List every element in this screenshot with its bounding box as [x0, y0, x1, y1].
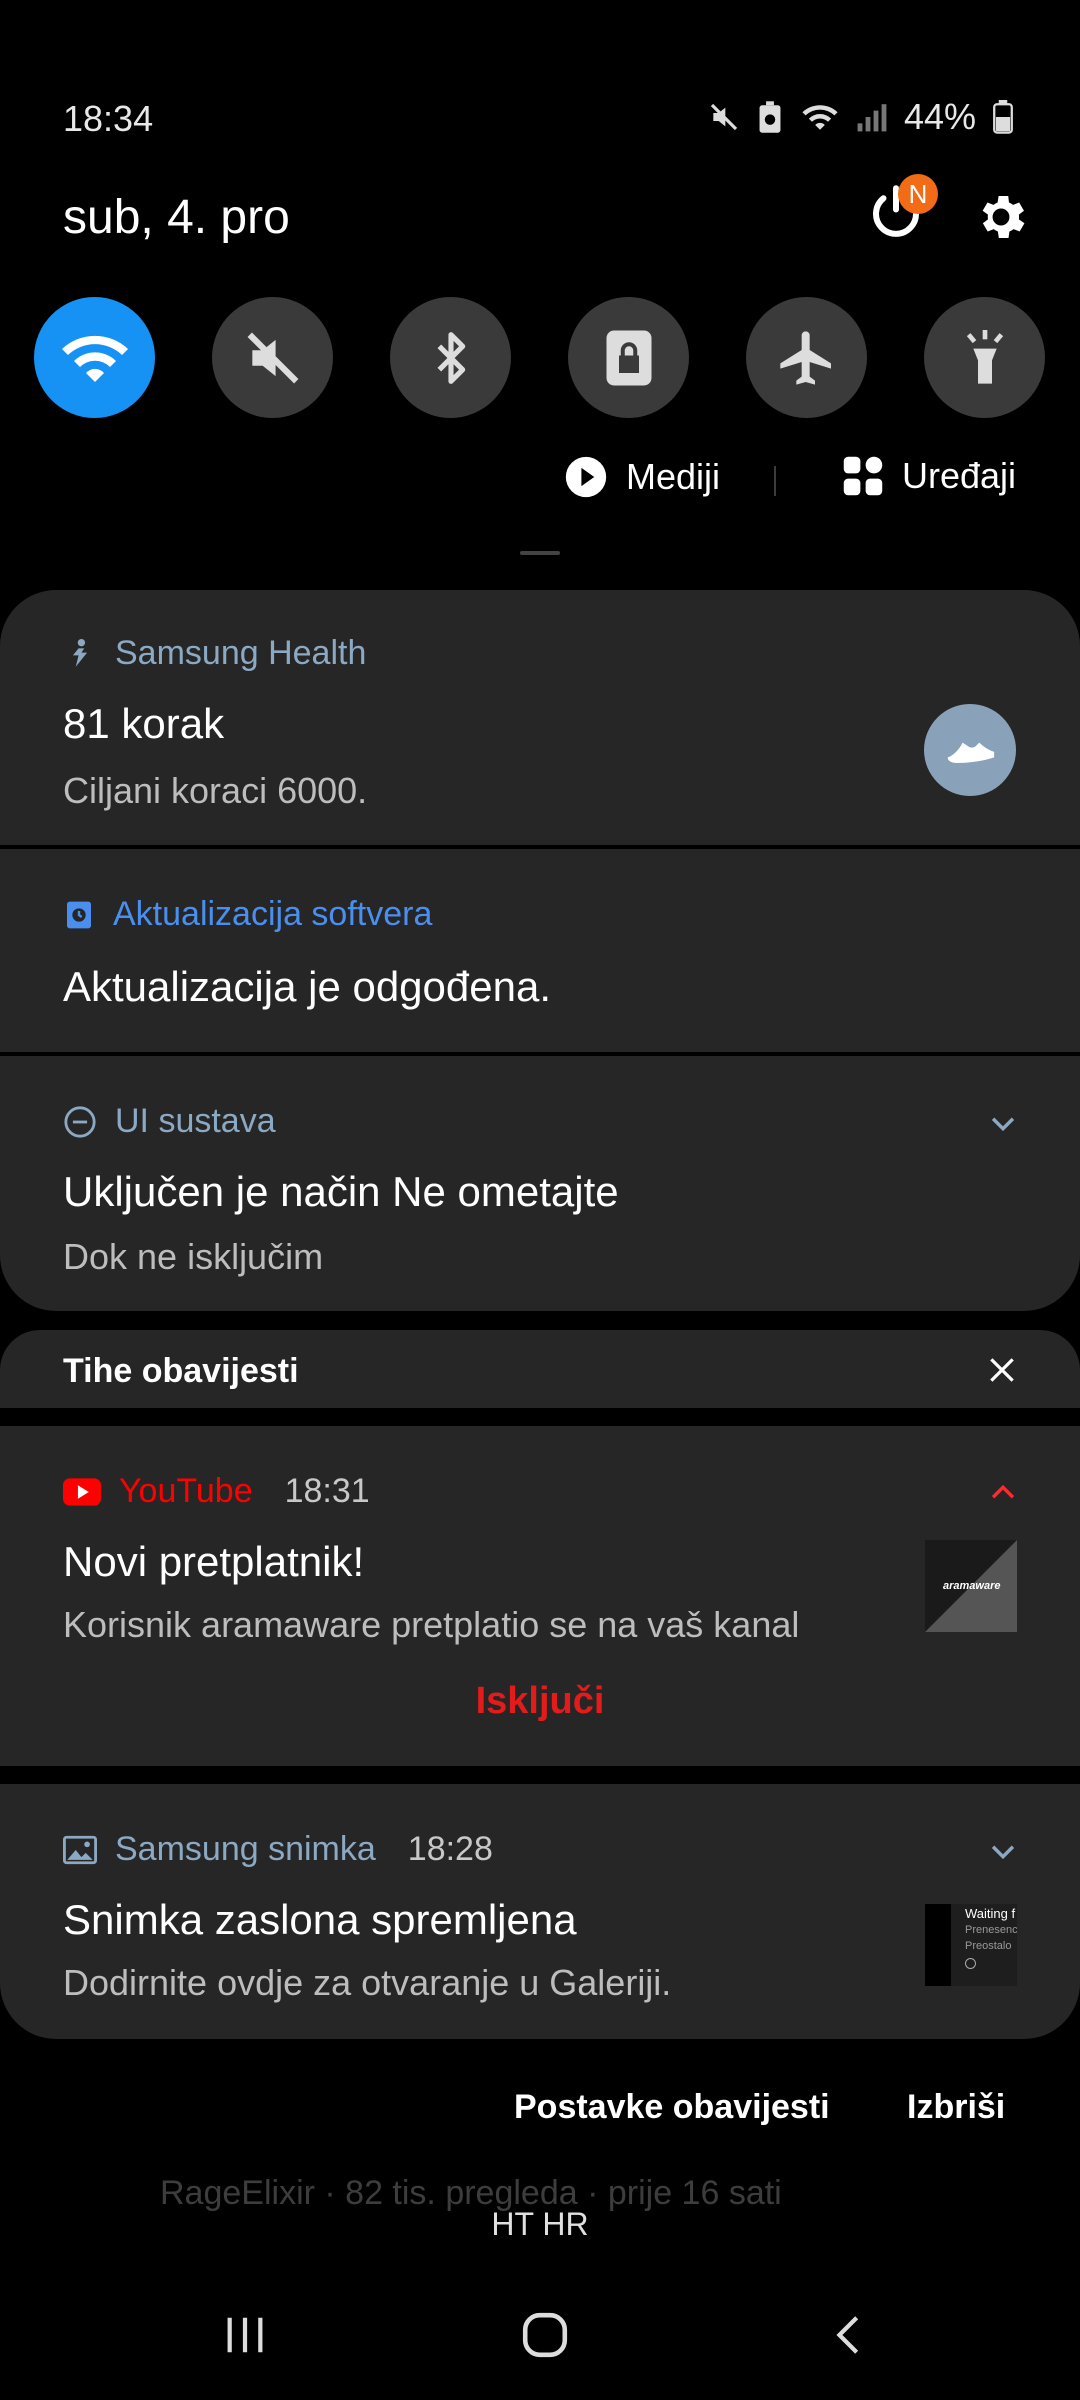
wifi-icon — [802, 105, 838, 130]
battery-icon — [993, 100, 1013, 134]
notification-text: Korisnik aramaware pretplatio se na vaš … — [63, 1604, 800, 1645]
notification-samsung-health[interactable]: Samsung Health 81 korak Ciljani koraci 6… — [0, 590, 1080, 845]
quick-toggle-flashlight[interactable] — [924, 297, 1045, 418]
media-label: Mediji — [626, 456, 721, 497]
battery-percent: 44% — [903, 96, 976, 137]
notification-time: 18:28 — [407, 1830, 493, 1868]
silent-notifications-header: Tihe obavijesti — [0, 1330, 1080, 1408]
shoe-icon — [947, 742, 995, 763]
status-icons: 44% — [708, 96, 1014, 138]
home-icon — [522, 2312, 568, 2358]
section-title: Tihe obavijesti — [63, 1352, 299, 1390]
quick-toggle-bluetooth[interactable] — [390, 297, 511, 418]
thumbnail: aramaware — [925, 1540, 1017, 1632]
quick-toggle-airplane[interactable] — [746, 297, 867, 418]
devices-button[interactable]: Uređaji — [842, 455, 1016, 497]
quick-toggle-screen-lock[interactable] — [568, 297, 689, 418]
notification-text: Dok ne isključim — [63, 1236, 324, 1277]
notification-title: Uključen je način Ne ometajte — [63, 1168, 619, 1215]
thumbnail-text-1: Waiting f — [965, 1906, 1016, 1921]
media-button[interactable]: Mediji — [564, 455, 720, 499]
back-button[interactable] — [814, 2300, 884, 2370]
settings-button[interactable] — [972, 188, 1030, 246]
app-name: YouTube — [119, 1472, 253, 1510]
unsubscribe-action-button[interactable]: Isključi — [0, 1680, 1080, 1723]
samsung-health-icon — [72, 638, 88, 667]
recent-apps-button[interactable] — [210, 2300, 280, 2370]
gear-icon — [982, 195, 1025, 239]
app-name: UI sustava — [115, 1102, 276, 1140]
notification-header: YouTube 18:31 — [63, 1472, 370, 1511]
youtube-icon — [63, 1477, 101, 1506]
notification-text: Ciljani koraci 6000. — [63, 770, 368, 811]
clear-all-button[interactable]: Izbriši — [907, 2088, 1005, 2127]
notification-text: Dodirnite ovdje za otvaranje u Galeriji. — [63, 1962, 672, 2003]
quick-toggle-sound[interactable] — [212, 297, 333, 418]
notification-software-update[interactable]: Aktualizacija softvera Aktualizacija je … — [0, 849, 1080, 1052]
notification-settings-button[interactable]: Postavke obavijesti — [514, 2088, 830, 2127]
thumbnail-strip — [925, 1904, 951, 1986]
notification-time: 18:31 — [284, 1472, 370, 1510]
notification-title: Novi pretplatnik! — [63, 1538, 365, 1585]
airplane-icon — [779, 330, 831, 385]
software-update-icon — [67, 901, 91, 928]
chevron-down-icon[interactable] — [986, 1106, 1020, 1140]
notification-title: 81 korak — [63, 700, 225, 747]
mute-icon — [247, 332, 298, 383]
quick-toggle-wifi[interactable] — [34, 297, 155, 418]
notification-header: Samsung snimka 18:28 — [63, 1830, 493, 1869]
dnd-icon — [64, 1105, 96, 1138]
battery-saver-icon — [759, 101, 781, 133]
notification-youtube[interactable]: YouTube 18:31 Novi pretplatnik! Korisnik… — [0, 1426, 1080, 1766]
thumbnail-text: aramaware — [943, 1580, 1001, 1592]
status-time: 18:34 — [63, 98, 154, 139]
thumbnail-text-3: Preostalo — [965, 1940, 1012, 1952]
panel-handle[interactable] — [520, 551, 560, 555]
play-icon — [565, 456, 607, 498]
back-icon — [836, 2316, 859, 2354]
close-icon[interactable] — [986, 1354, 1018, 1386]
notification-samsung-capture[interactable]: Samsung snimka 18:28 Snimka zaslona spre… — [0, 1784, 1080, 2039]
divider — [774, 466, 776, 496]
chevron-up-icon[interactable] — [986, 1476, 1020, 1510]
notification-badge: N — [898, 174, 938, 214]
devices-label: Uređaji — [902, 455, 1017, 496]
bluetooth-icon — [437, 331, 465, 384]
health-badge — [924, 704, 1016, 796]
app-name: Samsung Health — [115, 634, 367, 672]
notification-header: UI sustava — [63, 1102, 276, 1141]
carrier-label: HT HR — [491, 2206, 589, 2242]
chevron-down-icon[interactable] — [986, 1834, 1020, 1868]
flashlight-icon — [966, 329, 1003, 384]
signal-icon — [857, 104, 887, 132]
thumbnail-text-2: Prenesenc — [965, 1924, 1017, 1936]
globe-icon — [965, 1958, 976, 1969]
notification-do-not-disturb[interactable]: UI sustava Uključen je način Ne ometajte… — [0, 1056, 1080, 1311]
devices-grid-icon — [843, 456, 883, 496]
app-name: Aktualizacija softvera — [113, 895, 433, 933]
notification-title: Snimka zaslona spremljena — [63, 1896, 577, 1943]
notification-header: Samsung Health — [63, 634, 366, 673]
wifi-icon — [61, 335, 128, 382]
image-icon — [63, 1835, 97, 1864]
app-name: Samsung snimka — [115, 1830, 376, 1868]
notification-title: Aktualizacija je odgođena. — [63, 963, 552, 1010]
home-button[interactable] — [510, 2300, 580, 2370]
lock-icon — [606, 330, 651, 385]
notification-header: Aktualizacija softvera — [63, 895, 432, 934]
mute-icon — [710, 103, 738, 131]
screenshot-thumbnail: Waiting f Prenesenc Preostalo — [925, 1904, 1017, 1986]
date-label: sub, 4. pro — [63, 191, 290, 244]
recent-apps-icon — [227, 2317, 263, 2353]
